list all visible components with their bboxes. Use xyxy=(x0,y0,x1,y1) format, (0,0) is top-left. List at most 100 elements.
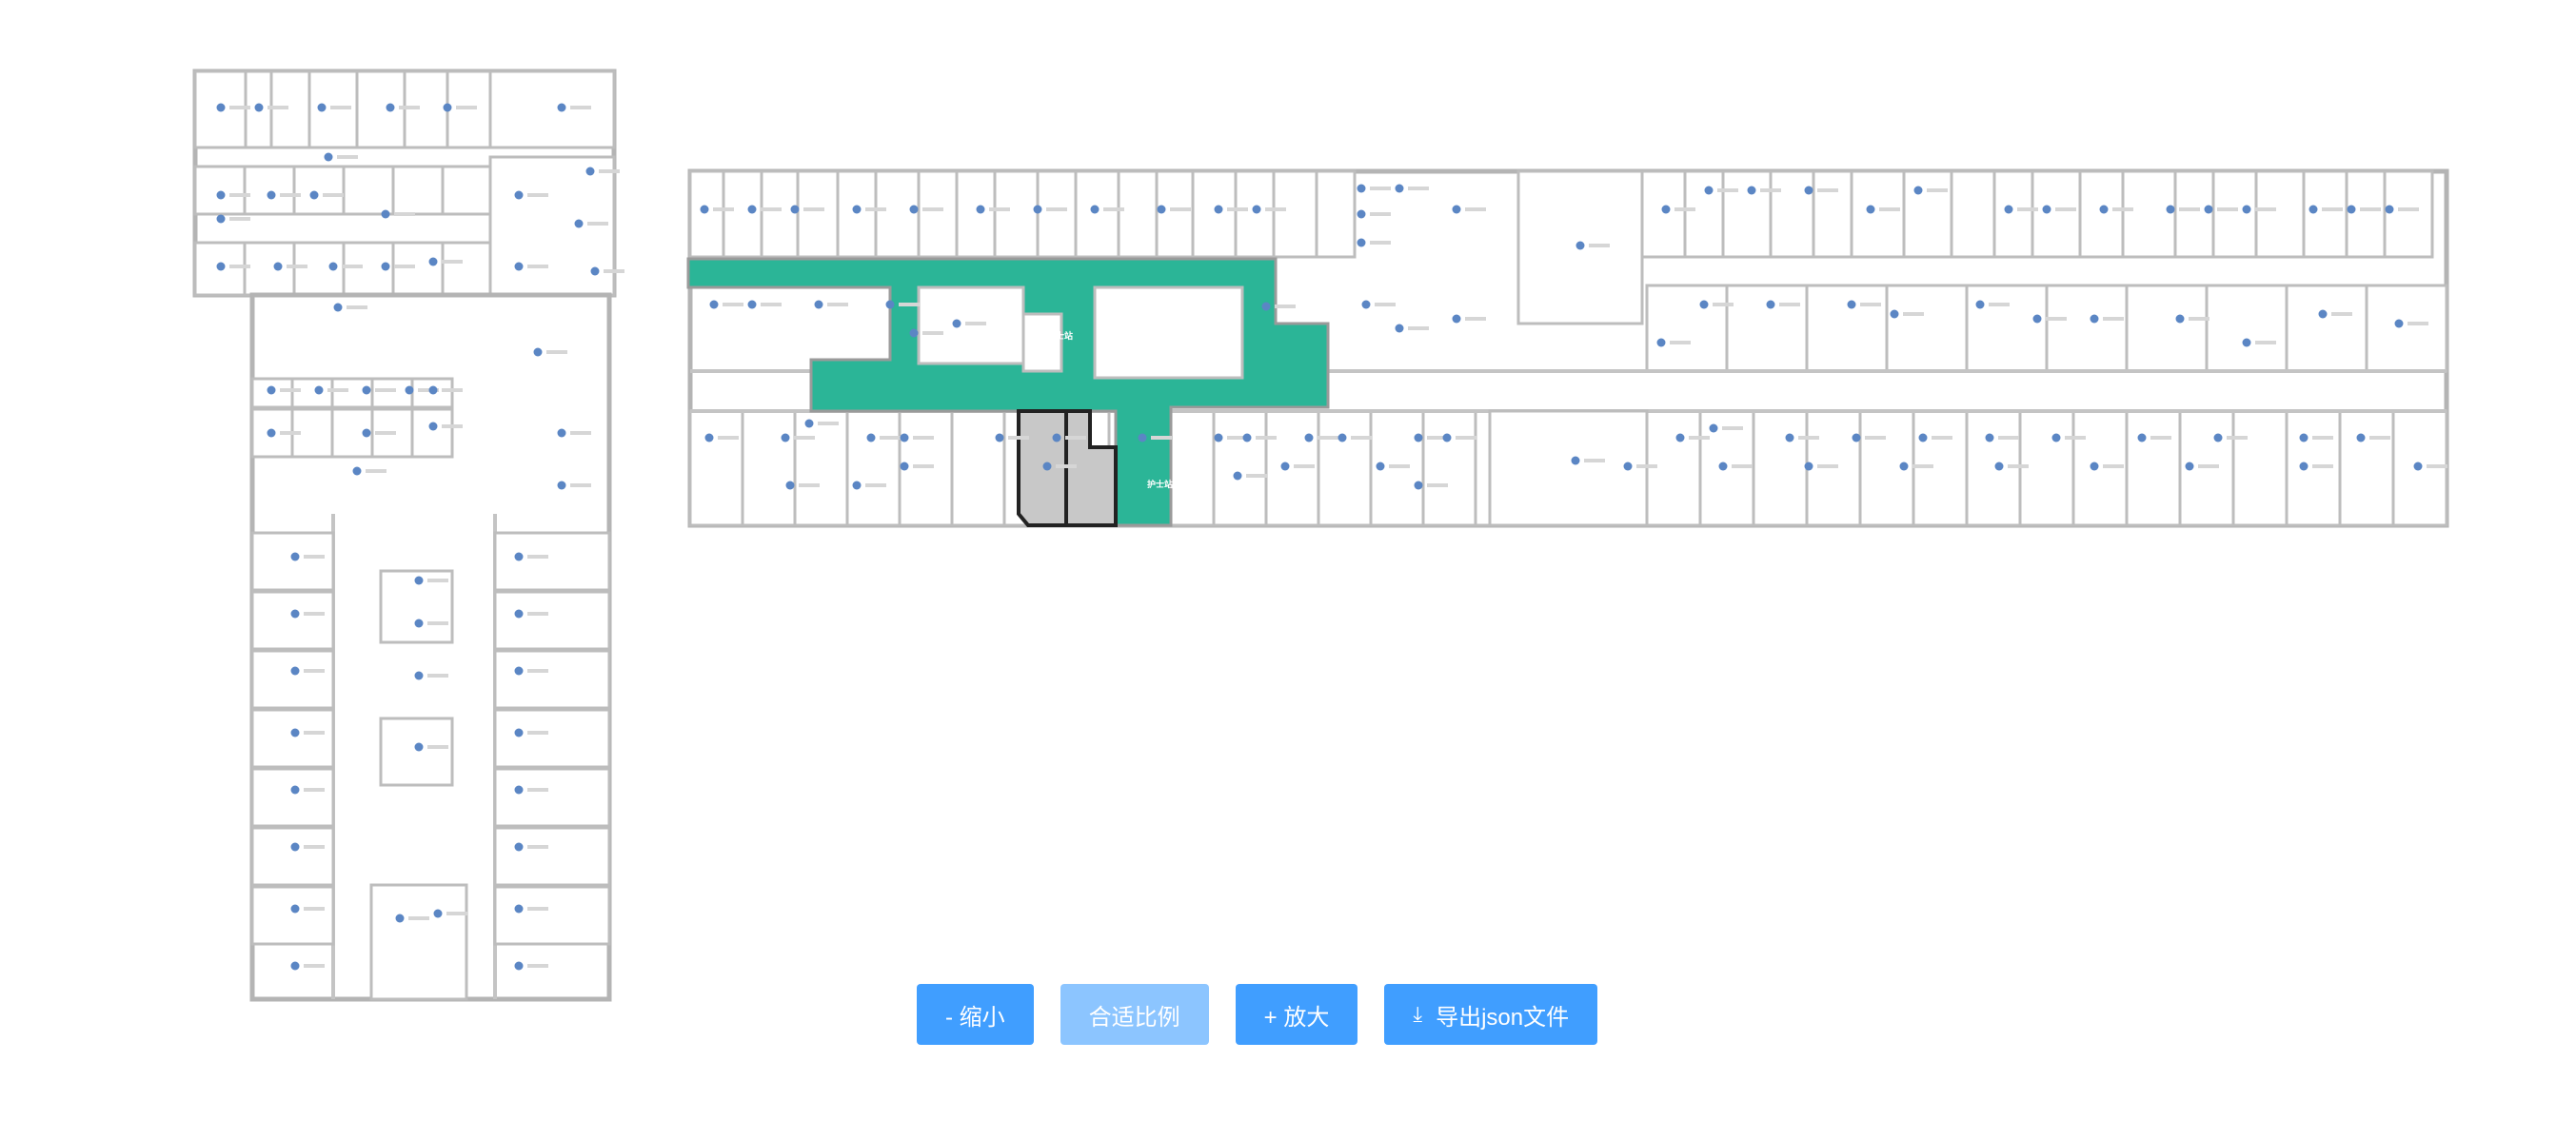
floor-room[interactable] xyxy=(1902,169,1953,259)
floor-room[interactable] xyxy=(2121,169,2177,259)
floor-room[interactable] xyxy=(441,165,494,216)
floor-room[interactable] xyxy=(993,169,1040,259)
floor-room[interactable] xyxy=(2383,169,2434,259)
floor-room[interactable] xyxy=(493,885,611,946)
floor-room[interactable] xyxy=(2205,284,2289,373)
export-json-button[interactable]: ⤓ 导出json文件 xyxy=(1384,984,1598,1045)
floor-room[interactable] xyxy=(917,169,959,259)
floor-room[interactable] xyxy=(1721,169,1773,259)
floor-room[interactable] xyxy=(2078,169,2125,259)
floor-room[interactable] xyxy=(250,767,335,828)
floor-room[interactable] xyxy=(2254,169,2306,259)
floor-room[interactable] xyxy=(379,717,454,787)
floor-room[interactable] xyxy=(342,165,395,216)
floor-room[interactable] xyxy=(250,649,335,710)
floor-room[interactable] xyxy=(441,241,494,297)
floor-room[interactable] xyxy=(2285,284,2368,373)
floor-room[interactable] xyxy=(243,165,296,216)
floor-room[interactable] xyxy=(250,885,335,946)
floor-room[interactable] xyxy=(845,409,902,527)
floor-room[interactable] xyxy=(1234,169,1276,259)
floor-room[interactable] xyxy=(1272,169,1318,259)
floor-room[interactable] xyxy=(796,169,840,259)
floor-room[interactable] xyxy=(391,165,445,216)
floor-room[interactable] xyxy=(874,169,921,259)
zone-room xyxy=(1021,312,1063,373)
floor-room[interactable] xyxy=(2125,284,2209,373)
floor-room[interactable] xyxy=(836,169,878,259)
room-marker-icon xyxy=(533,347,567,357)
floor-room[interactable] xyxy=(2345,169,2387,259)
floor-room[interactable] xyxy=(1752,409,1809,527)
zone-label: 护士站 xyxy=(1047,330,1073,342)
floor-room[interactable] xyxy=(688,169,725,259)
floor-room[interactable] xyxy=(722,169,763,259)
floor-room[interactable] xyxy=(1036,169,1078,259)
floor-room[interactable] xyxy=(1212,409,1268,527)
room-marker-icon xyxy=(1261,302,1296,311)
floor-room[interactable] xyxy=(760,169,800,259)
zoom-out-label: - 缩小 xyxy=(945,1004,1005,1031)
floor-room[interactable] xyxy=(1850,169,1906,259)
floor-room[interactable] xyxy=(493,590,611,651)
floor-room[interactable] xyxy=(741,409,797,527)
floor-room[interactable] xyxy=(2302,169,2348,259)
floor-room[interactable] xyxy=(2173,169,2215,259)
floor-room[interactable] xyxy=(1965,284,2049,373)
floor-room[interactable] xyxy=(950,409,1006,527)
room-marker-icon xyxy=(1395,184,1429,193)
floor-room[interactable] xyxy=(1315,169,1357,259)
floor-room[interactable] xyxy=(1992,169,2034,259)
floor-room[interactable] xyxy=(1191,169,1238,259)
floor-room[interactable] xyxy=(1421,409,1477,527)
floor-room[interactable] xyxy=(2211,169,2258,259)
floor-room[interactable] xyxy=(488,69,616,149)
floor-room[interactable] xyxy=(688,409,744,527)
floor-room[interactable] xyxy=(1885,284,1969,373)
floor-room[interactable] xyxy=(290,377,334,409)
floor-room[interactable] xyxy=(1640,169,1687,259)
floor-room[interactable] xyxy=(391,241,445,297)
floor-room[interactable] xyxy=(410,407,454,459)
floor-room[interactable] xyxy=(2365,284,2448,373)
floor-room[interactable] xyxy=(355,69,406,149)
floor-room[interactable] xyxy=(2045,284,2129,373)
floor-room[interactable] xyxy=(1805,284,1889,373)
floor-room[interactable] xyxy=(250,708,335,769)
floor-room[interactable] xyxy=(493,531,611,592)
floor-room[interactable] xyxy=(1769,169,1815,259)
floor-room[interactable] xyxy=(2338,409,2395,527)
floor-room[interactable] xyxy=(243,241,296,297)
floor-room[interactable] xyxy=(193,165,247,216)
floor-room[interactable] xyxy=(493,708,611,769)
floor-room[interactable] xyxy=(1317,409,1373,527)
floor-room[interactable] xyxy=(1117,169,1159,259)
floor-room[interactable] xyxy=(1155,169,1195,259)
floor-room[interactable] xyxy=(1812,169,1853,259)
floor-room[interactable] xyxy=(1074,169,1120,259)
floor-room[interactable] xyxy=(1683,169,1725,259)
floor-room[interactable] xyxy=(250,590,335,651)
floor-room[interactable] xyxy=(1950,169,1996,259)
fit-scale-button[interactable]: 合适比例 xyxy=(1060,984,1209,1045)
floor-room[interactable] xyxy=(1645,284,1729,373)
floor-room[interactable] xyxy=(955,169,997,259)
floor-room[interactable] xyxy=(250,826,335,887)
room-marker-icon xyxy=(333,303,367,312)
room-marker-icon xyxy=(1395,324,1429,333)
floor-room[interactable] xyxy=(793,409,849,527)
floor-room[interactable] xyxy=(2031,169,2082,259)
floor-room[interactable] xyxy=(2231,409,2289,527)
download-icon: ⤓ xyxy=(1413,1002,1423,1026)
floor-room[interactable] xyxy=(493,649,611,710)
floor-room[interactable] xyxy=(369,883,468,1001)
floor-plan-canvas[interactable]: 护士站 护士站 xyxy=(0,0,2576,1140)
floor-room[interactable] xyxy=(2125,409,2182,527)
floor-room[interactable] xyxy=(493,826,611,887)
floor-room[interactable] xyxy=(1725,284,1809,373)
zoom-in-button[interactable]: + 放大 xyxy=(1235,984,1358,1045)
floor-room[interactable] xyxy=(250,531,335,592)
floor-room[interactable] xyxy=(493,767,611,828)
zoom-out-button[interactable]: - 缩小 xyxy=(917,984,1034,1045)
floor-room[interactable] xyxy=(292,165,346,216)
